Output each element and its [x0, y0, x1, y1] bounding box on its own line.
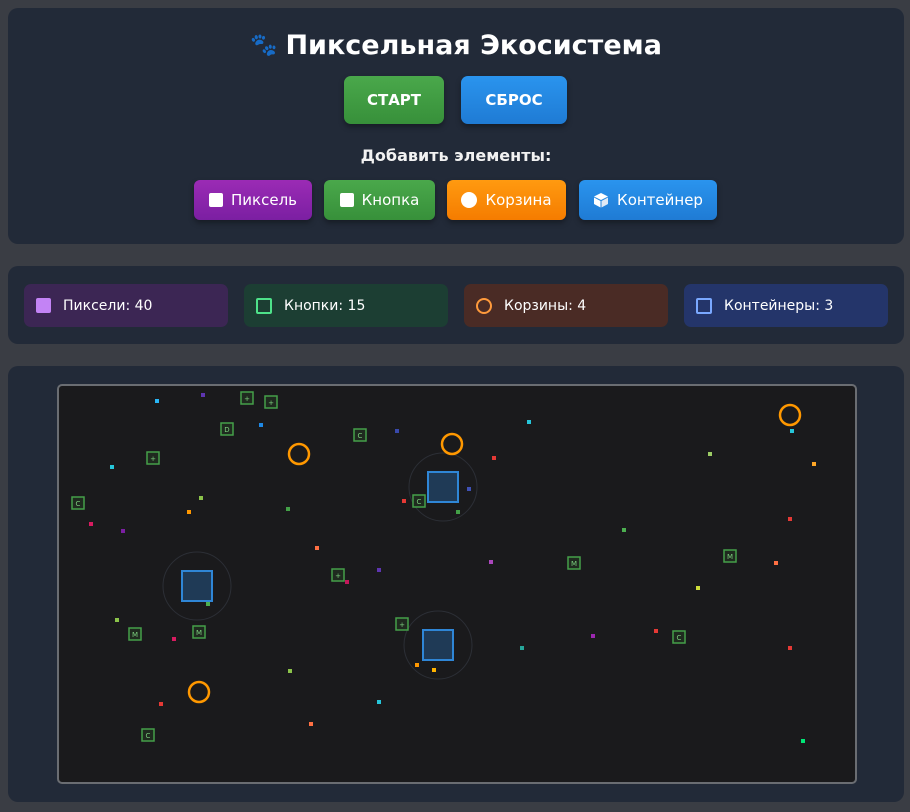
ecosystem-canvas[interactable]: + + D C + C C + M M M M + C C: [57, 384, 857, 784]
circle-icon: [461, 192, 478, 208]
stat-containers-label: Контейнеры: 3: [724, 297, 834, 314]
mini-button-label: +: [150, 455, 156, 463]
pixel-particle: [206, 602, 210, 606]
page-title-text: Пиксельная Экосистема: [285, 30, 662, 61]
game-panel: + + D C + C C + M M M M + C C: [8, 366, 904, 802]
pixel-particle: [172, 637, 176, 641]
add-container-button[interactable]: Контейнер: [579, 180, 717, 220]
add-button-label: Кнопка: [361, 191, 420, 209]
start-button[interactable]: СТАРТ: [344, 76, 444, 124]
paw-icon: 🐾: [250, 33, 278, 58]
add-basket-label: Корзина: [485, 191, 552, 209]
pixel-particle: [187, 510, 191, 514]
pixel-particle: [708, 452, 712, 456]
pixel-particle: [696, 586, 700, 590]
pixel-particle: [622, 528, 626, 532]
mini-button-label: +: [268, 399, 274, 407]
basket-ring[interactable]: [440, 432, 464, 456]
pixel-particle: [315, 546, 319, 550]
mini-button-label: M: [132, 631, 138, 639]
mini-button-label: +: [399, 621, 405, 629]
mini-button-label: +: [244, 395, 250, 403]
pixel-particle: [801, 739, 805, 743]
pixel-particle: [259, 423, 263, 427]
ecosystem-scene: + + D C + C C + M M M M + C C: [71, 391, 816, 743]
button-swatch-icon: [256, 297, 272, 314]
page-title: 🐾 Пиксельная Экосистема: [8, 30, 904, 61]
stat-containers: Контейнеры: 3: [684, 284, 888, 327]
mini-button-label: M: [571, 560, 577, 568]
square-icon: [339, 193, 354, 207]
package-icon: [594, 193, 609, 208]
reset-button[interactable]: СБРОС: [461, 76, 567, 124]
pixel-particle: [395, 429, 399, 433]
pixel-particle: [286, 507, 290, 511]
pixel-particle: [492, 456, 496, 460]
stat-pixels-label: Пиксели: 40: [63, 297, 153, 314]
add-container-label: Контейнер: [617, 191, 703, 209]
stat-baskets: Корзины: 4: [464, 284, 668, 327]
pixel-particle: [89, 522, 93, 526]
add-button-button[interactable]: Кнопка: [324, 180, 435, 220]
stat-buttons: Кнопки: 15: [244, 284, 448, 327]
pixel-particle: [199, 496, 203, 500]
basket-ring[interactable]: [778, 403, 802, 427]
pixel-particle: [432, 668, 436, 672]
mini-button-label: D: [224, 426, 229, 434]
pixel-swatch-icon: [36, 298, 51, 313]
stat-buttons-label: Кнопки: 15: [284, 297, 366, 314]
mini-button-label: M: [196, 629, 202, 637]
stats-panel: Пиксели: 40 Кнопки: 15 Корзины: 4 Контей…: [8, 266, 904, 344]
add-pixel-button[interactable]: Пиксель: [194, 180, 312, 220]
basket-ring[interactable]: [287, 442, 311, 466]
mini-button-label: +: [335, 572, 341, 580]
pixel-particle: [467, 487, 471, 491]
pixel-particle: [110, 465, 114, 469]
pixel-particle: [201, 393, 205, 397]
square-icon: [209, 193, 223, 207]
basket-ring[interactable]: [187, 680, 211, 704]
container-box[interactable]: [422, 629, 454, 661]
pixel-particle: [288, 669, 292, 673]
container-swatch-icon: [696, 297, 712, 314]
container-box[interactable]: [427, 471, 459, 503]
stat-pixels: Пиксели: 40: [24, 284, 228, 327]
pixel-particle: [155, 399, 159, 403]
pixel-particle: [489, 560, 493, 564]
pixel-particle: [115, 618, 119, 622]
pixel-particle: [654, 629, 658, 633]
mini-button-label: C: [146, 732, 151, 740]
container-box[interactable]: [181, 570, 213, 602]
pixel-particle: [377, 568, 381, 572]
pixel-particle: [377, 700, 381, 704]
mini-button-label: C: [677, 634, 682, 642]
pixel-particle: [790, 429, 794, 433]
pixel-particle: [527, 420, 531, 424]
pixel-particle: [309, 722, 313, 726]
pixel-particle: [415, 663, 419, 667]
pixel-particle: [345, 580, 349, 584]
stat-baskets-label: Корзины: 4: [504, 297, 587, 314]
mini-button-label: C: [358, 432, 363, 440]
pixel-particle: [159, 702, 163, 706]
pixel-particle: [788, 646, 792, 650]
pixel-particle: [402, 499, 406, 503]
pixel-particle: [812, 462, 816, 466]
mini-button-label: M: [727, 553, 733, 561]
pixel-particle: [520, 646, 524, 650]
control-panel: 🐾 Пиксельная Экосистема СТАРТ СБРОС Добав…: [8, 8, 904, 244]
pixel-particle: [591, 634, 595, 638]
mini-button-label: C: [417, 498, 422, 506]
mini-button-label: C: [76, 500, 81, 508]
pixel-particle: [774, 561, 778, 565]
pixel-particle: [456, 510, 460, 514]
basket-swatch-icon: [476, 297, 492, 314]
pixel-particle: [788, 517, 792, 521]
pixel-particle: [121, 529, 125, 533]
add-elements-label: Добавить элементы:: [360, 146, 552, 165]
add-basket-button[interactable]: Корзина: [447, 180, 566, 220]
add-pixel-label: Пиксель: [231, 191, 297, 209]
